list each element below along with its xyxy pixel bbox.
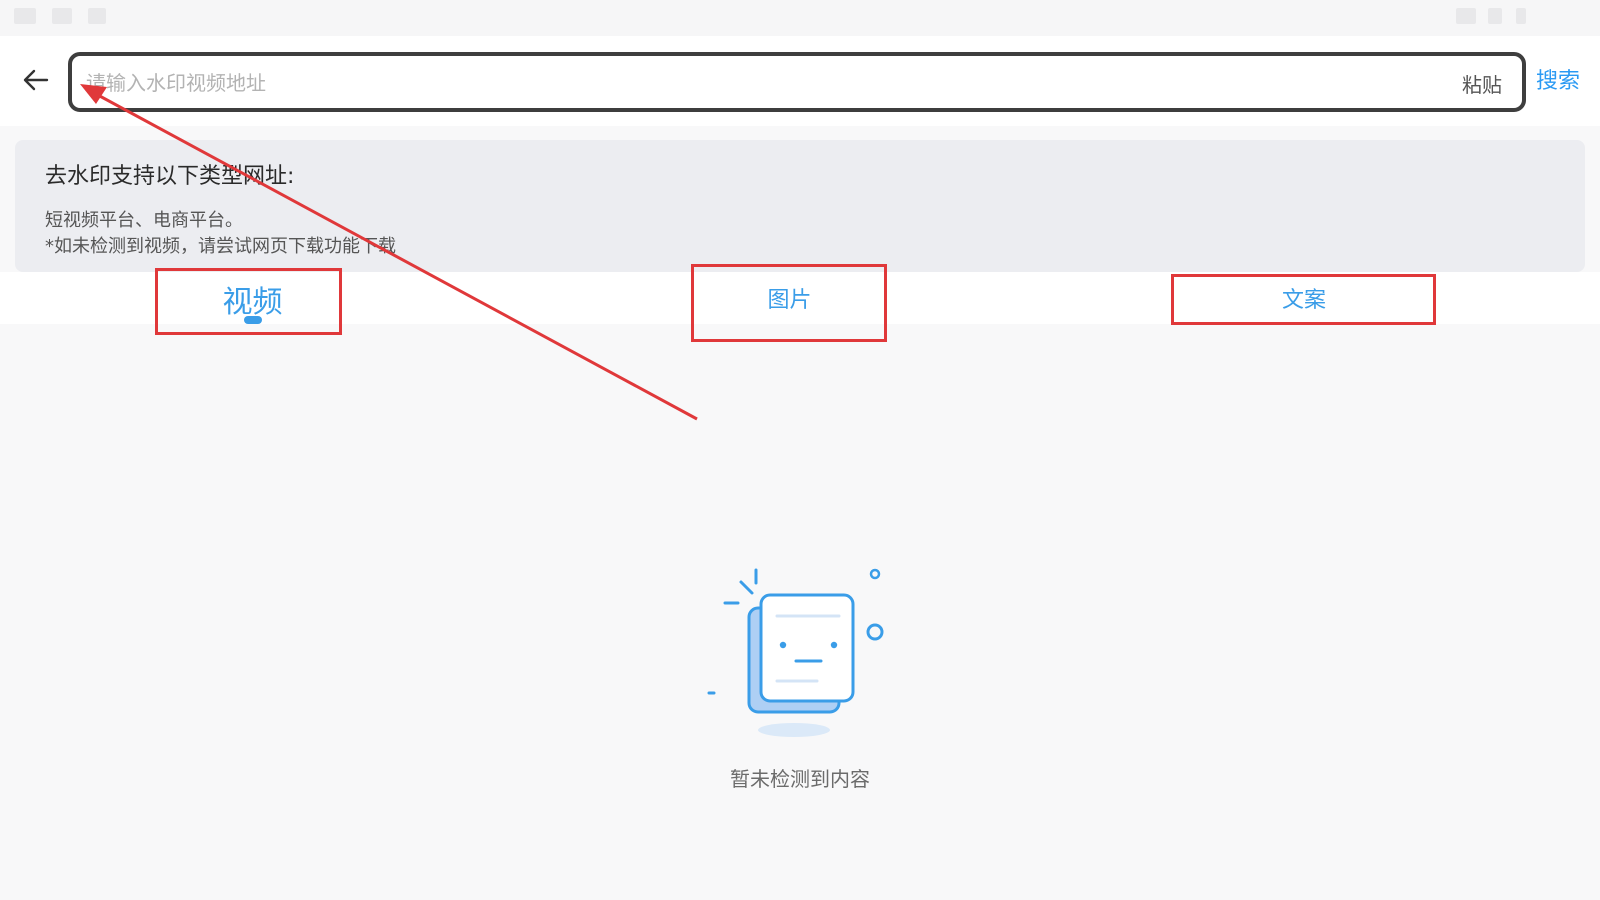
status-bar — [0, 0, 1600, 36]
paste-button[interactable]: 粘贴 — [1462, 69, 1502, 98]
supported-sites-panel: 去水印支持以下类型网址: 短视频平台、电商平台。 *如未检测到视频，请尝试网页下… — [15, 140, 1585, 272]
empty-state-text: 暂未检测到内容 — [730, 767, 870, 791]
signal-icon — [1488, 8, 1502, 24]
annotation-box-text — [1171, 274, 1436, 325]
notification-icon — [14, 8, 36, 24]
image-notification-icon — [52, 8, 72, 24]
back-arrow-icon — [23, 69, 49, 91]
panel-line-platforms: 短视频平台、电商平台。 — [45, 210, 243, 231]
battery-icon — [1516, 8, 1526, 24]
header: 粘贴 搜索 — [0, 36, 1600, 126]
panel-line-hint: *如未检测到视频，请尝试网页下载功能下载 — [45, 236, 396, 257]
back-button[interactable] — [18, 62, 54, 98]
wifi-icon — [1456, 8, 1476, 24]
empty-document-icon — [707, 568, 884, 737]
search-button[interactable]: 搜索 — [1536, 63, 1580, 95]
panel-title: 去水印支持以下类型网址: — [45, 164, 295, 189]
search-input[interactable] — [84, 56, 1388, 110]
annotation-box-video — [155, 268, 342, 335]
search-box: 粘贴 — [68, 52, 1526, 112]
download-notification-icon — [88, 8, 106, 24]
annotation-box-image — [691, 264, 887, 342]
